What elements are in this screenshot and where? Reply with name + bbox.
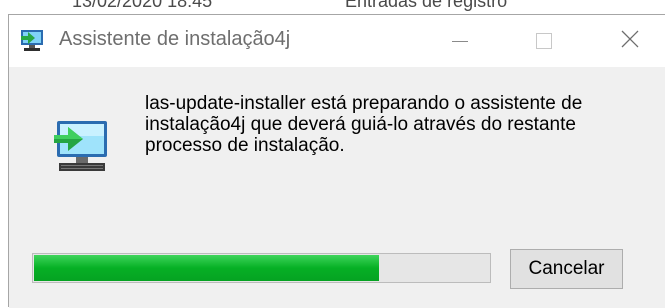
background-type-text: Entradas de registro xyxy=(345,0,508,11)
title-bar[interactable]: Assistente de instalação4j xyxy=(9,15,665,67)
dialog-title: Assistente de instalação4j xyxy=(59,28,291,50)
dialog-content: las-update-installer está preparando o a… xyxy=(9,67,665,308)
close-button[interactable] xyxy=(607,15,653,67)
progress-bar xyxy=(32,253,491,283)
status-message: las-update-installer está preparando o a… xyxy=(145,93,583,156)
maximize-button[interactable] xyxy=(521,15,567,67)
installer-dialog: Assistente de instalação4j las-update-in… xyxy=(8,14,665,308)
minimize-icon xyxy=(452,40,468,42)
close-icon xyxy=(621,30,639,53)
progress-fill xyxy=(34,255,380,281)
installer-monitor-icon xyxy=(49,115,113,179)
minimize-button[interactable] xyxy=(437,15,483,67)
background-date-text: 13/02/2020 18:45 xyxy=(72,0,213,11)
background-window: 13/02/2020 18:45 Entradas de registro xyxy=(0,0,665,14)
maximize-icon xyxy=(536,33,552,49)
cancel-button[interactable]: Cancelar xyxy=(510,249,623,289)
installer-monitor-icon xyxy=(19,27,45,53)
